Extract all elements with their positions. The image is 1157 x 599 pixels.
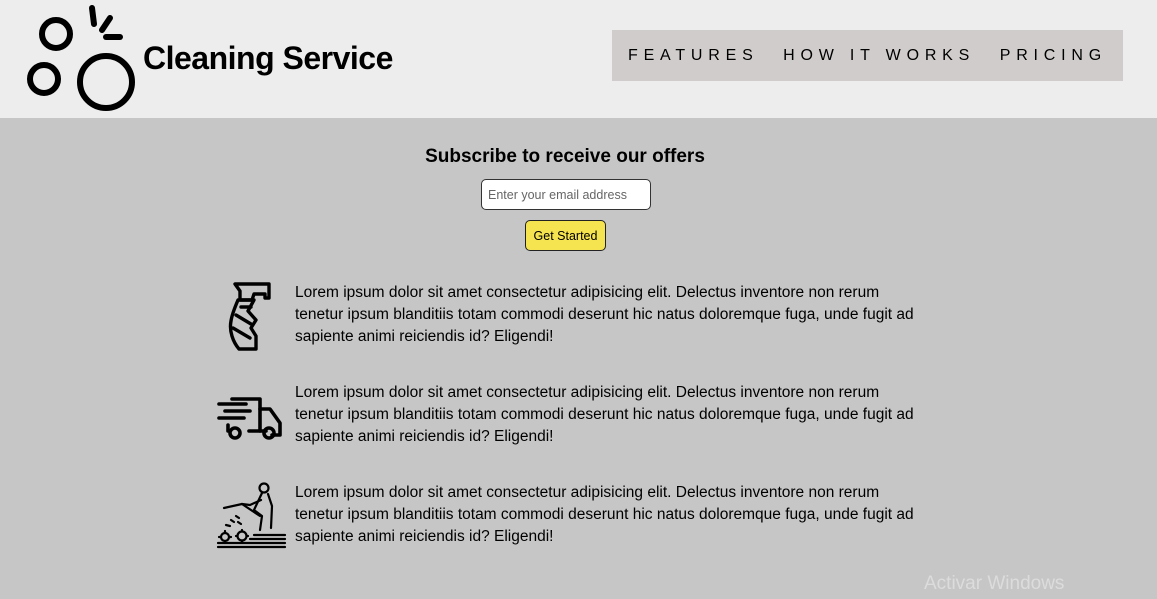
- feature-text-2: Lorem ipsum dolor sit amet consectetur a…: [295, 384, 914, 445]
- get-started-button[interactable]: Get Started: [525, 220, 606, 251]
- delivery-truck-icon: [217, 397, 282, 440]
- site-header: Cleaning Service FEATURES HOW IT WORKS P…: [0, 0, 1157, 118]
- windows-activation-watermark: Activar Windows: [924, 573, 1065, 594]
- bubbles-icon[interactable]: [22, 4, 140, 114]
- email-input[interactable]: [481, 179, 651, 210]
- feature-text-3: Lorem ipsum dolor sit amet consectetur a…: [295, 484, 914, 545]
- nav-link-how-it-works[interactable]: HOW IT WORKS: [783, 46, 975, 66]
- nav-link-features[interactable]: FEATURES: [628, 46, 759, 66]
- feature-text-1: Lorem ipsum dolor sit amet consectetur a…: [295, 284, 914, 345]
- nav-link-pricing[interactable]: PRICING: [1000, 46, 1107, 66]
- pressure-washer-worker-icon: [216, 482, 287, 549]
- main-nav: FEATURES HOW IT WORKS PRICING: [612, 30, 1123, 81]
- page: Cleaning Service FEATURES HOW IT WORKS P…: [0, 0, 1157, 599]
- subscribe-title: Subscribe to receive our offers: [425, 146, 705, 167]
- spray-bottle-icon: [228, 282, 271, 351]
- brand-title: Cleaning Service: [143, 40, 393, 76]
